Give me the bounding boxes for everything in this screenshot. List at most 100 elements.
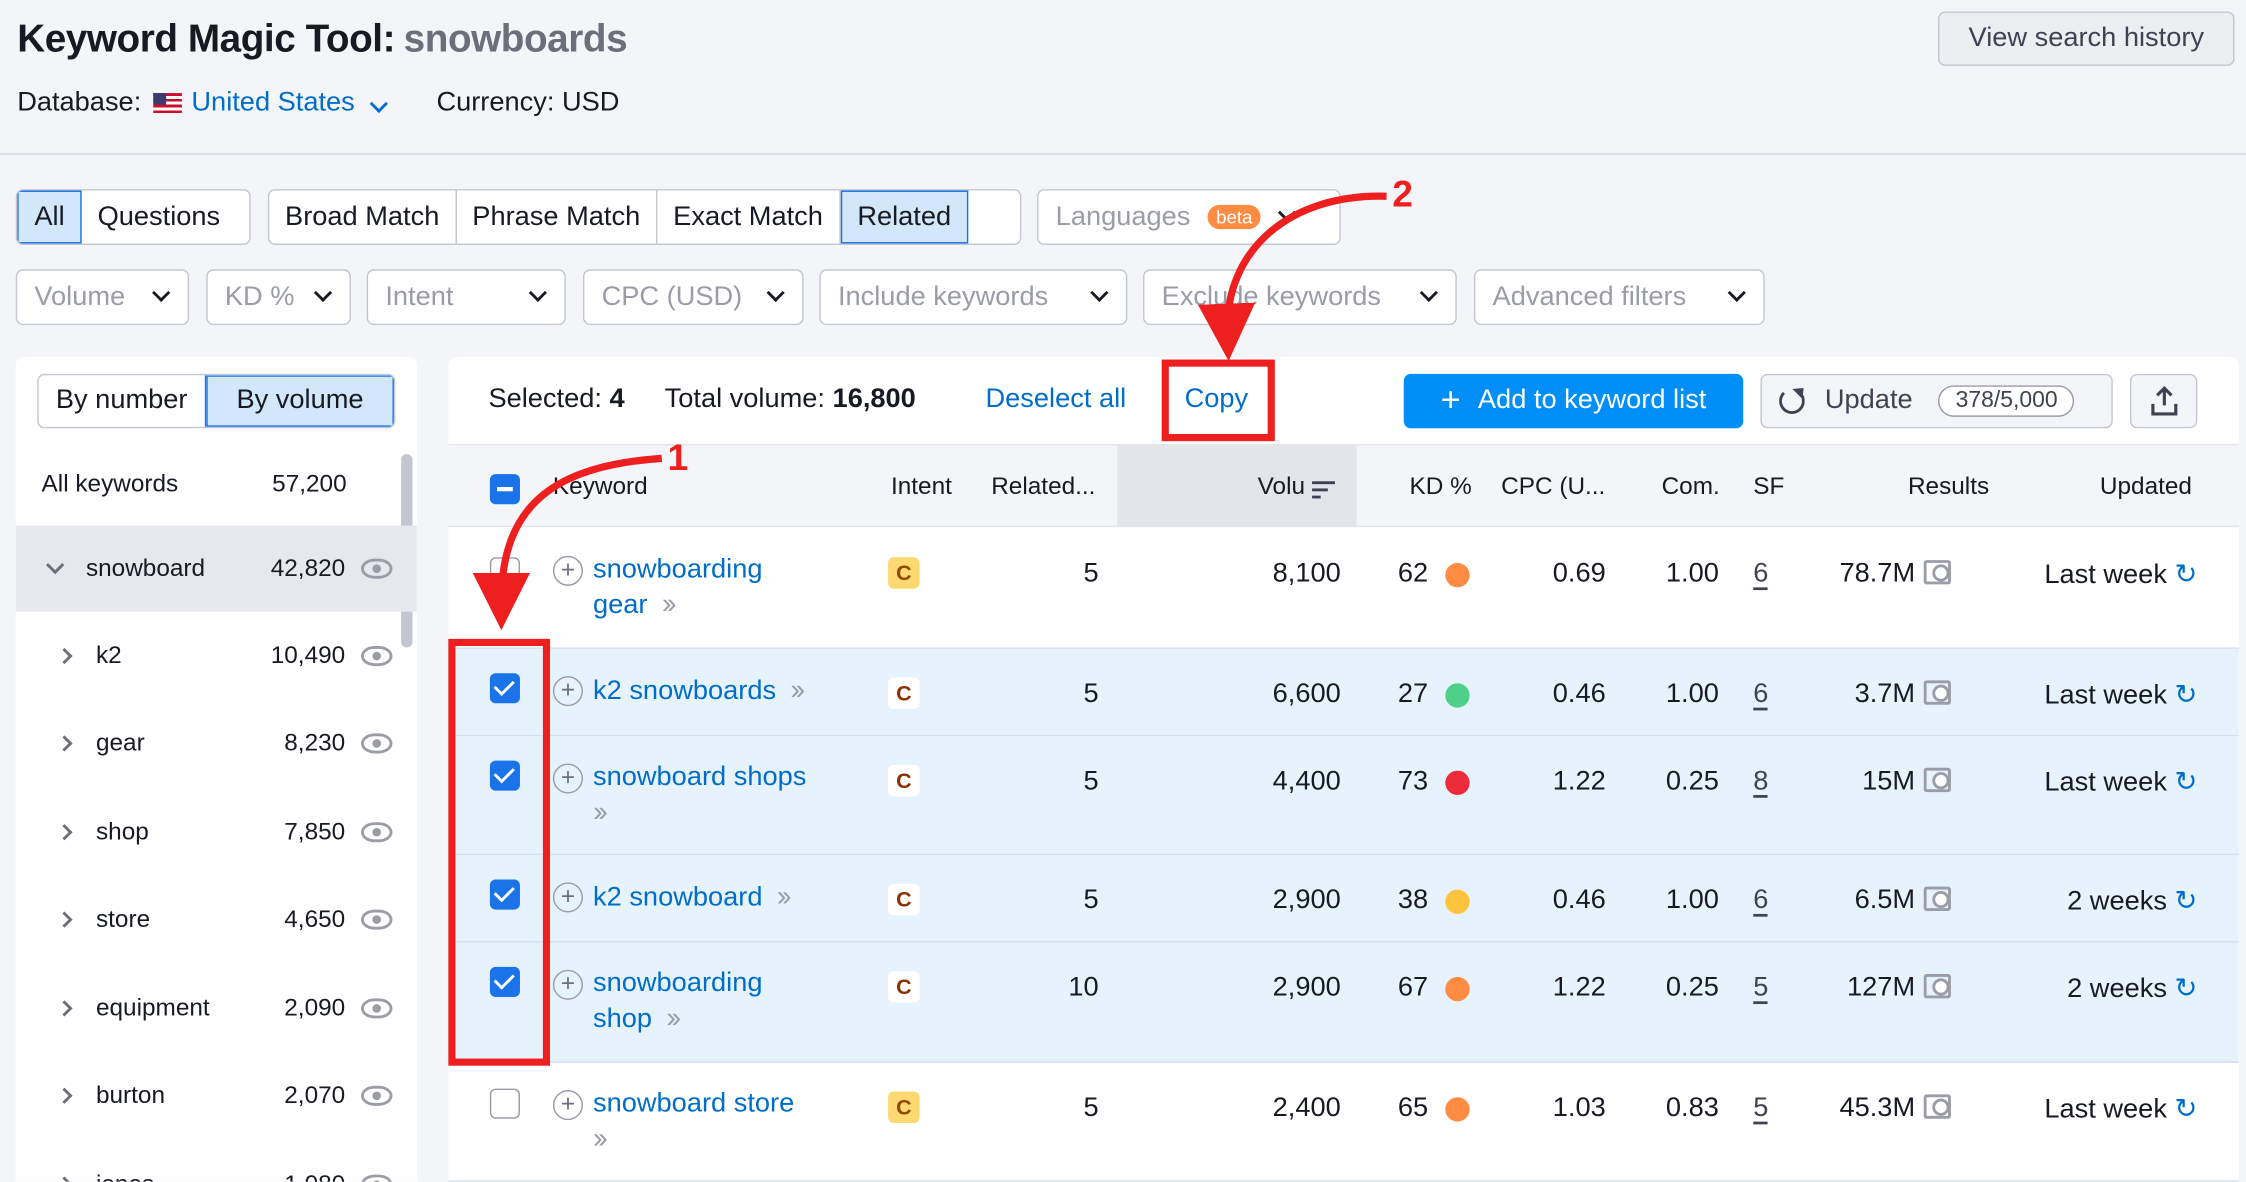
chevron-right-icon[interactable]: [56, 735, 73, 752]
filter-volume[interactable]: Volume: [15, 269, 190, 326]
eye-icon[interactable]: [360, 733, 393, 754]
column-cpc[interactable]: CPC (U...: [1501, 473, 1605, 502]
column-intent[interactable]: Intent: [891, 473, 952, 502]
filter-cpc[interactable]: CPC (USD): [582, 269, 804, 326]
serp-features-count[interactable]: 6: [1753, 679, 1768, 711]
column-sf[interactable]: SF: [1753, 473, 1784, 502]
serp-icon[interactable]: [1923, 1094, 1951, 1119]
refresh-icon[interactable]: ↻: [2174, 768, 2197, 798]
keyword-link[interactable]: k2 snowboards ››: [593, 673, 805, 709]
sidebar-item-store[interactable]: store 4,650: [16, 878, 417, 961]
double-chevron-icon[interactable]: ››: [593, 796, 608, 828]
filter-advanced[interactable]: Advanced filters: [1473, 269, 1765, 326]
serp-features-count[interactable]: 5: [1753, 1093, 1768, 1125]
eye-icon[interactable]: [360, 909, 393, 930]
updated-cell: Last week ↻: [2044, 767, 2198, 798]
deselect-all-link[interactable]: Deselect all: [985, 384, 1126, 416]
eye-icon[interactable]: [360, 998, 393, 1019]
serp-icon[interactable]: [1923, 974, 1951, 999]
by-volume-button[interactable]: By volume: [204, 375, 394, 427]
double-chevron-icon[interactable]: ››: [777, 881, 792, 913]
by-number-button[interactable]: By number: [39, 375, 205, 427]
chevron-right-icon[interactable]: [56, 1087, 73, 1104]
double-chevron-icon[interactable]: ››: [662, 589, 677, 621]
column-results[interactable]: Results: [1908, 473, 1989, 502]
add-to-keyword-list-button[interactable]: + Add to keyword list: [1403, 373, 1744, 429]
column-com[interactable]: Com.: [1662, 473, 1720, 502]
keyword-link[interactable]: k2 snowboard ››: [593, 879, 792, 915]
double-chevron-icon[interactable]: ››: [790, 675, 805, 707]
serp-features-count[interactable]: 5: [1753, 973, 1768, 1005]
sidebar-item-equipment[interactable]: equipment 2,090: [16, 967, 417, 1050]
double-chevron-icon[interactable]: ››: [593, 1123, 608, 1155]
languages-select[interactable]: Languages beta: [1037, 189, 1341, 245]
filter-intent[interactable]: Intent: [366, 269, 566, 326]
column-updated[interactable]: Updated: [2100, 473, 2192, 502]
serp-icon[interactable]: [1923, 767, 1951, 793]
serp-icon[interactable]: [1923, 560, 1951, 585]
keyword-link[interactable]: snowboarding gear ››: [593, 553, 762, 623]
update-button[interactable]: Update 378/5,000: [1760, 373, 2113, 429]
column-volume[interactable]: Volu: [1258, 473, 1305, 502]
eye-icon[interactable]: [360, 822, 393, 843]
filter-kd[interactable]: KD %: [206, 269, 351, 326]
view-search-history-button[interactable]: View search history: [1938, 11, 2235, 66]
serp-features-count[interactable]: 6: [1753, 559, 1768, 591]
add-keyword-icon[interactable]: +: [552, 763, 583, 794]
tab-broad-match[interactable]: Broad Match: [269, 190, 457, 244]
serp-features-count[interactable]: 8: [1753, 766, 1768, 798]
row-checkbox[interactable]: [489, 557, 520, 588]
row-checkbox[interactable]: [489, 1088, 520, 1119]
sidebar-item-gear[interactable]: gear 8,230: [16, 702, 417, 785]
chevron-right-icon[interactable]: [56, 1176, 73, 1182]
keyword-link[interactable]: snowboard shops ››: [593, 761, 806, 831]
chevron-right-icon[interactable]: [56, 824, 73, 841]
serp-icon[interactable]: [1923, 886, 1951, 912]
add-keyword-icon[interactable]: +: [552, 1090, 583, 1121]
results-count: 127M: [1847, 973, 1951, 1005]
tab-phrase-match[interactable]: Phrase Match: [457, 190, 658, 244]
sort-descending-icon[interactable]: [1312, 481, 1335, 499]
tab-all[interactable]: All: [17, 190, 82, 244]
chevron-right-icon[interactable]: [56, 1000, 73, 1017]
export-button[interactable]: [2129, 373, 2198, 429]
refresh-icon[interactable]: ↻: [2174, 680, 2197, 710]
tab-related[interactable]: Related: [840, 190, 969, 244]
add-keyword-icon[interactable]: +: [552, 676, 583, 707]
filter-include-keywords[interactable]: Include keywords: [819, 269, 1128, 326]
database-select[interactable]: United States: [191, 87, 388, 119]
refresh-icon[interactable]: ↻: [2174, 1094, 2197, 1124]
eye-icon[interactable]: [360, 1085, 393, 1106]
add-keyword-icon[interactable]: +: [552, 882, 583, 913]
serp-icon[interactable]: [1923, 680, 1951, 705]
serp-features-count[interactable]: 6: [1753, 885, 1768, 917]
double-chevron-icon[interactable]: ››: [666, 1003, 681, 1035]
sidebar-item-burton[interactable]: burton 2,070: [16, 1054, 417, 1137]
select-all-checkbox[interactable]: [489, 474, 520, 505]
eye-icon[interactable]: [360, 1174, 393, 1182]
tab-exact-match[interactable]: Exact Match: [657, 190, 841, 244]
sidebar-item-all-keywords[interactable]: All keywords 57,200: [16, 443, 417, 526]
filter-exclude-keywords[interactable]: Exclude keywords: [1143, 269, 1457, 326]
keyword-link[interactable]: snowboarding shop ››: [593, 967, 762, 1037]
refresh-icon[interactable]: ↻: [2174, 974, 2197, 1004]
add-keyword-icon[interactable]: +: [552, 555, 583, 586]
column-keyword[interactable]: Keyword: [553, 473, 648, 502]
chevron-down-icon[interactable]: [46, 555, 65, 575]
keyword-link[interactable]: snowboard store ››: [593, 1087, 794, 1157]
sidebar-item-k2[interactable]: k2 10,490: [16, 614, 417, 697]
chevron-right-icon[interactable]: [56, 911, 73, 928]
sidebar-item-snowboard[interactable]: snowboard 42,820: [15, 525, 417, 612]
refresh-icon[interactable]: ↻: [2174, 560, 2197, 590]
tab-questions[interactable]: Questions: [82, 191, 236, 244]
sidebar-item-shop[interactable]: shop 7,850: [16, 791, 417, 874]
refresh-icon[interactable]: ↻: [2174, 887, 2197, 917]
column-related[interactable]: Related...: [991, 473, 1095, 502]
column-kd[interactable]: KD %: [1409, 473, 1471, 502]
chevron-down-icon: [528, 283, 547, 303]
eye-icon[interactable]: [360, 558, 393, 579]
eye-icon[interactable]: [360, 646, 393, 667]
sidebar-item-jones[interactable]: jones 1,080: [16, 1143, 417, 1182]
add-keyword-icon[interactable]: +: [552, 969, 583, 1000]
chevron-right-icon[interactable]: [56, 647, 73, 665]
